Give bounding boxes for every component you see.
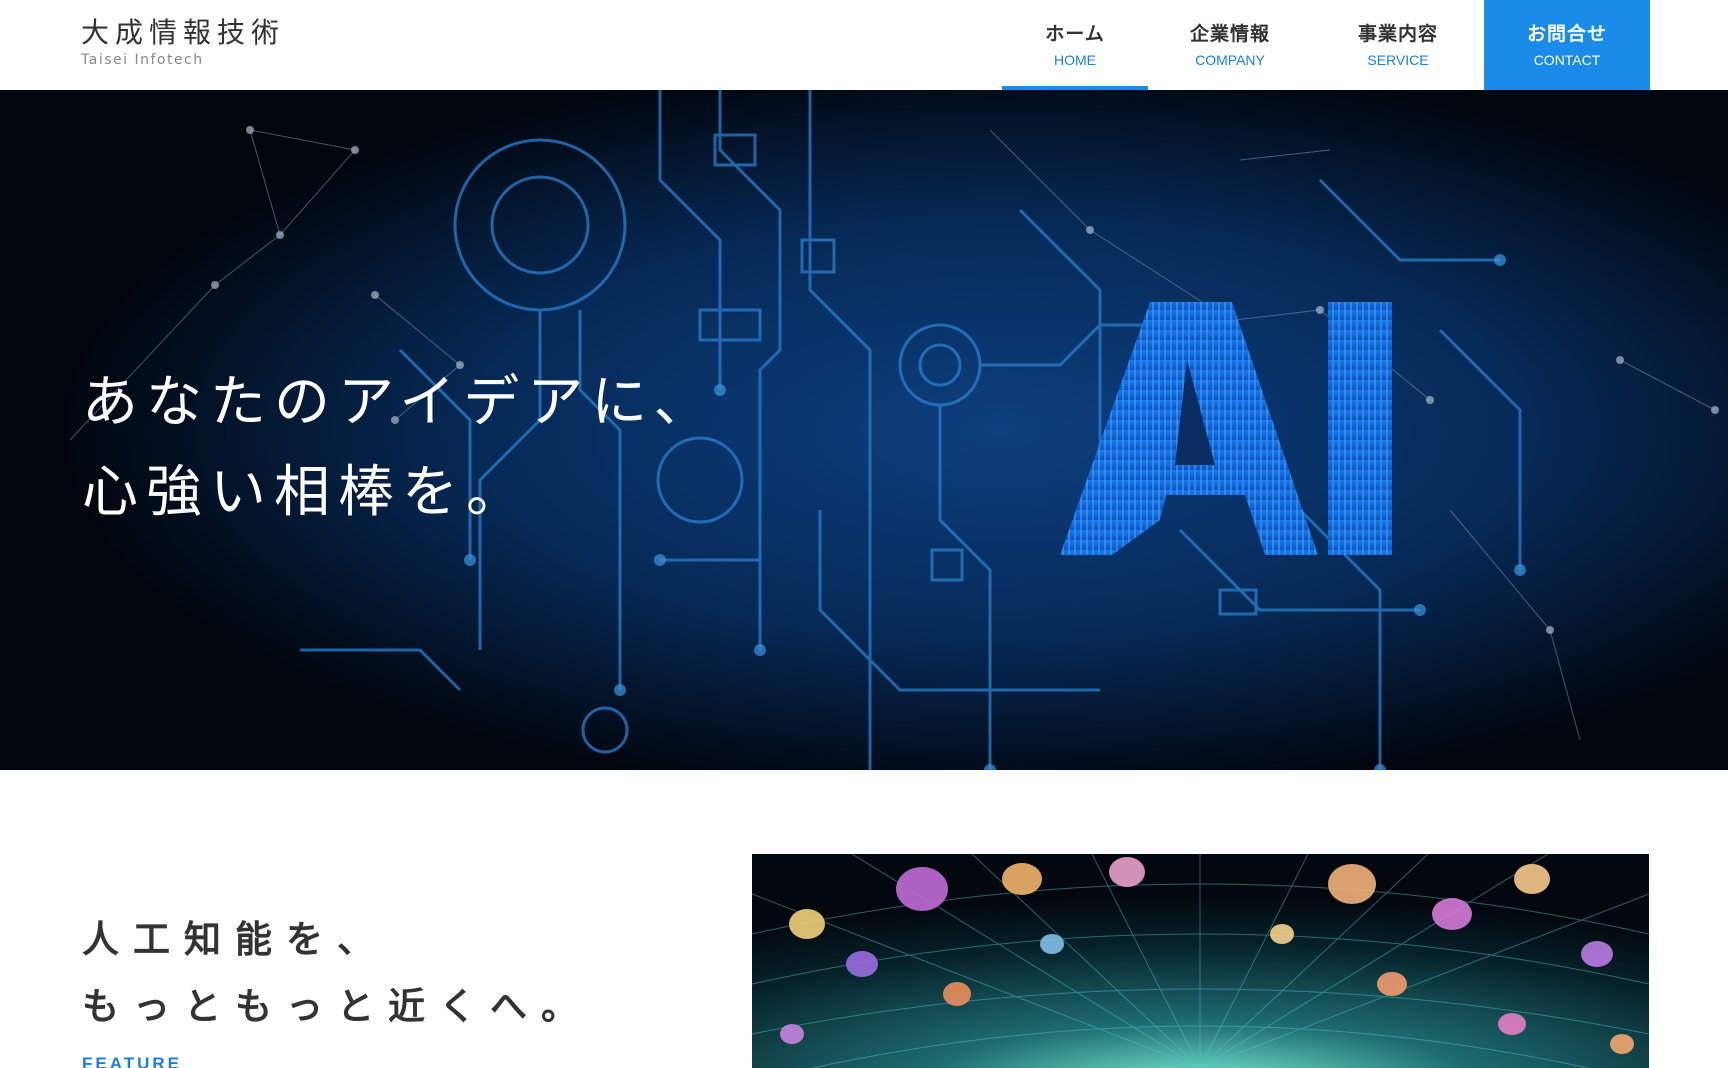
nav-home-label: ホーム — [1045, 23, 1105, 45]
feature-image — [752, 854, 1649, 1068]
feature-label: FEATURE — [82, 1054, 183, 1068]
nav-service-label: 事業内容 — [1357, 23, 1438, 45]
logo-english: Taisei Infotech — [81, 52, 204, 68]
nav-contact-sublabel: CONTACT — [1533, 52, 1601, 68]
nav-home-sublabel: HOME — [1054, 52, 1096, 68]
nav-company-sublabel: COMPANY — [1195, 52, 1265, 68]
feature-heading-line-1: 人工知能を、 — [82, 918, 388, 961]
site-logo[interactable]: 大成情報技術 Taisei Infotech — [81, 16, 285, 68]
nav-service-sublabel: SERVICE — [1367, 52, 1429, 68]
hero-banner: あなたのアイデアに、 心強い相棒を。 — [0, 90, 1728, 770]
nav-contact-label: お問合せ — [1526, 23, 1607, 45]
nav-home[interactable]: ホーム HOME — [1002, 0, 1148, 90]
nav-service[interactable]: 事業内容 SERVICE — [1328, 0, 1468, 90]
site-header: 大成情報技術 Taisei Infotech ホーム HOME 企業情報 COM… — [0, 0, 1728, 90]
hero-heading-line-2: 心強い相棒を。 — [82, 460, 530, 525]
hero-heading-line-1: あなたのアイデアに、 — [82, 370, 718, 435]
nav-company[interactable]: 企業情報 COMPANY — [1160, 0, 1300, 90]
nav-company-label: 企業情報 — [1189, 23, 1270, 45]
nav-contact-button[interactable]: お問合せ CONTACT — [1484, 0, 1650, 90]
logo-japanese: 大成情報技術 — [81, 16, 286, 49]
feature-heading-line-2: もっともっと近くへ。 — [82, 985, 592, 1028]
